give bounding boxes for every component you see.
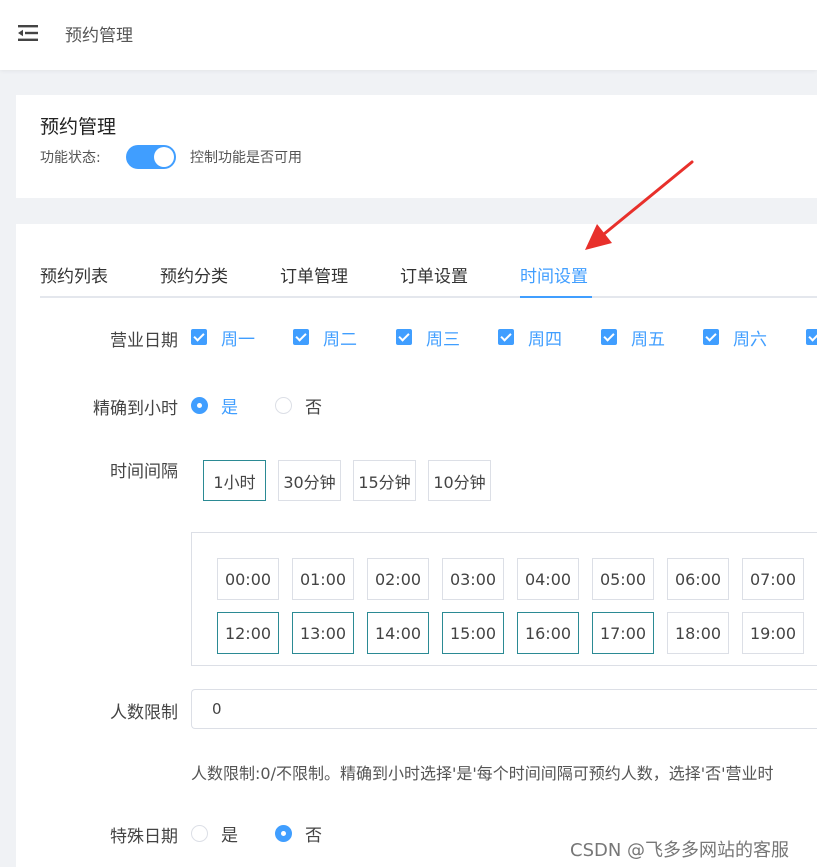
radio-hourly-yes[interactable]: 是: [191, 394, 238, 418]
radio-special-yes[interactable]: 是: [191, 822, 238, 846]
interval-10-min[interactable]: 10分钟: [428, 460, 491, 501]
checkbox-friday[interactable]: 周五: [601, 326, 665, 350]
checkbox-thursday[interactable]: 周四: [498, 326, 562, 350]
radio-empty-icon: [275, 396, 292, 414]
checkbox-saturday[interactable]: 周六: [703, 326, 767, 350]
time-slot-panel: 00:00 01:00 02:00 03:00 04:00 05:00 06:0…: [191, 532, 817, 666]
checkbox-check-icon: [293, 329, 309, 345]
time-slot-selected[interactable]: 12:00: [217, 612, 279, 654]
checkbox-check-icon: [601, 329, 617, 345]
tab-booking-list[interactable]: 预约列表: [40, 262, 108, 287]
status-toggle[interactable]: [126, 145, 176, 169]
settings-card: 预约列表 预约分类 订单管理 订单设置 时间设置 营业日期 周一 周二 周三 周…: [16, 224, 817, 867]
checkbox-check-icon: [191, 329, 207, 345]
checkbox-check-icon: [498, 329, 514, 345]
time-slot-selected[interactable]: 13:00: [292, 612, 354, 654]
special-date-label: 特殊日期: [110, 827, 178, 847]
checkbox-sunday[interactable]: [806, 326, 817, 348]
watermark: CSDN @飞多多网站的客服: [570, 840, 790, 861]
checkbox-label: 周五: [631, 329, 665, 350]
checkbox-label: 周二: [323, 329, 357, 350]
time-slot-selected[interactable]: 17:00: [592, 612, 654, 654]
time-slot-selected[interactable]: 15:00: [442, 612, 504, 654]
checkbox-check-icon: [396, 329, 412, 345]
active-tab-indicator: [520, 296, 592, 298]
radio-empty-icon: [191, 824, 208, 842]
checkbox-tuesday[interactable]: 周二: [293, 326, 357, 350]
time-slot[interactable]: 01:00: [292, 558, 354, 600]
module-title: 预约管理: [40, 116, 117, 138]
menu-fold-icon[interactable]: [18, 25, 38, 41]
tab-booking-category[interactable]: 预约分类: [160, 262, 228, 287]
time-slot[interactable]: 02:00: [367, 558, 429, 600]
radio-hourly-no[interactable]: 否: [275, 394, 322, 418]
radio-label: 是: [221, 397, 238, 418]
time-slot[interactable]: 03:00: [442, 558, 504, 600]
interval-15-min[interactable]: 15分钟: [353, 460, 416, 501]
checkbox-label: 周三: [426, 329, 460, 350]
time-slot-selected[interactable]: 14:00: [367, 612, 429, 654]
time-slot[interactable]: 07:00: [742, 558, 804, 600]
interval-1-hour[interactable]: 1小时: [203, 460, 266, 501]
radio-selected-icon: [191, 396, 208, 414]
time-slot-selected[interactable]: 16:00: [517, 612, 579, 654]
interval-label: 时间间隔: [110, 462, 178, 482]
tab-bar: 预约列表 预约分类 订单管理 订单设置 时间设置: [40, 224, 817, 298]
checkbox-label: 周四: [528, 329, 562, 350]
time-slot[interactable]: 04:00: [517, 558, 579, 600]
radio-label: 否: [305, 825, 322, 846]
checkbox-label: 周六: [733, 329, 767, 350]
status-label: 功能状态:: [40, 150, 101, 166]
time-slot[interactable]: 19:00: [742, 612, 804, 654]
radio-label: 是: [221, 825, 238, 846]
tab-order-settings[interactable]: 订单设置: [400, 262, 468, 287]
module-status-card: 预约管理 功能状态: 控制功能是否可用: [16, 95, 817, 198]
hourly-precision-label: 精确到小时: [93, 399, 178, 419]
business-days-label: 营业日期: [110, 331, 178, 351]
radio-label: 否: [305, 397, 322, 418]
checkbox-wednesday[interactable]: 周三: [396, 326, 460, 350]
radio-selected-icon: [275, 824, 292, 842]
toggle-knob: [154, 147, 174, 167]
time-slot[interactable]: 00:00: [217, 558, 279, 600]
people-limit-help: 人数限制:0/不限制。精确到小时选择'是'每个时间间隔可预约人数，选择'否'营业…: [191, 764, 774, 783]
checkbox-check-icon: [806, 329, 817, 345]
time-slot[interactable]: 06:00: [667, 558, 729, 600]
checkbox-check-icon: [703, 329, 719, 345]
checkbox-label: 周一: [221, 329, 255, 350]
radio-special-no[interactable]: 否: [275, 822, 322, 846]
breadcrumb-title: 预约管理: [65, 26, 133, 46]
checkbox-monday[interactable]: 周一: [191, 326, 255, 350]
top-bar: 预约管理: [0, 0, 817, 70]
time-slot[interactable]: 18:00: [667, 612, 729, 654]
tab-time-settings[interactable]: 时间设置: [520, 262, 588, 287]
people-limit-input[interactable]: 0: [191, 689, 817, 729]
interval-30-min[interactable]: 30分钟: [278, 460, 341, 501]
time-slot[interactable]: 05:00: [592, 558, 654, 600]
tab-order-management[interactable]: 订单管理: [280, 262, 348, 287]
status-description: 控制功能是否可用: [190, 150, 302, 166]
people-limit-label: 人数限制: [110, 703, 178, 723]
